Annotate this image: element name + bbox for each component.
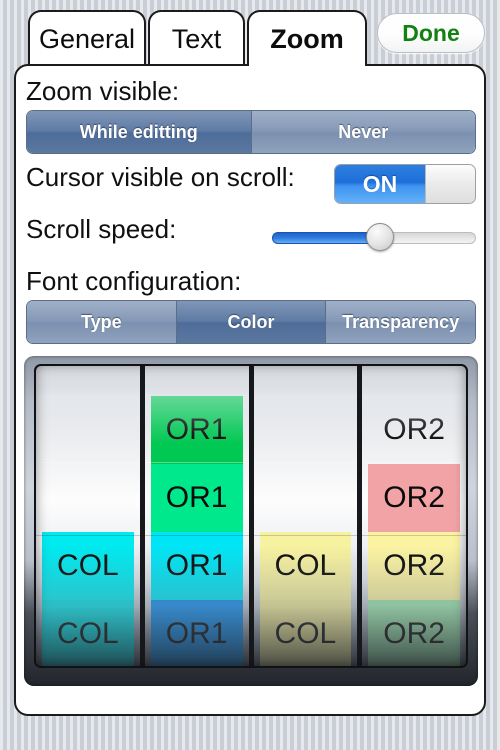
picker-cell[interactable]: OR2	[368, 600, 460, 666]
picker-column-2[interactable]: OR1OR1OR1OR1OR1	[144, 366, 249, 666]
scroll-speed-label: Scroll speed:	[26, 214, 177, 244]
picker-cell[interactable]: COL	[42, 532, 134, 600]
tab-general[interactable]: General	[28, 10, 146, 66]
font-configuration-label: Font configuration:	[26, 266, 242, 296]
slider-thumb[interactable]	[366, 223, 394, 251]
segment-color[interactable]: Color	[176, 301, 327, 343]
segment-never[interactable]: Never	[251, 111, 475, 153]
picker-cell[interactable]: COL	[259, 532, 352, 600]
picker-cell[interactable]	[42, 396, 134, 464]
picker-column-3[interactable]: COLCOLCOL	[253, 366, 358, 666]
picker-cell[interactable]: OR2	[368, 532, 460, 600]
tab-text[interactable]: Text	[148, 10, 245, 66]
picker-cell[interactable]: OR1	[150, 396, 243, 464]
picker-column-1[interactable]: COLCOLCOL	[36, 366, 140, 666]
cursor-visible-toggle[interactable]: ON	[334, 164, 476, 204]
font-configuration-segmented-control[interactable]: Type Color Transparency	[26, 300, 476, 344]
toggle-state-label: ON	[335, 165, 425, 203]
picker-columns[interactable]: COLCOLCOLOR1OR1OR1OR1OR1COLCOLCOLOR2OR2O…	[34, 364, 468, 668]
color-picker[interactable]: COLCOLCOLOR1OR1OR1OR1OR1COLCOLCOLOR2OR2O…	[24, 356, 478, 686]
picker-cell[interactable]: COL	[42, 600, 134, 666]
picker-cell[interactable]	[42, 464, 134, 532]
picker-column-cells: OR1OR1OR1OR1OR1	[150, 366, 243, 666]
zoom-visible-label: Zoom visible:	[26, 76, 180, 106]
segment-type[interactable]: Type	[27, 301, 177, 343]
picker-cell[interactable]: COL	[259, 600, 352, 666]
scroll-speed-slider[interactable]	[272, 223, 476, 251]
segment-transparency[interactable]: Transparency	[326, 301, 475, 343]
picker-cell[interactable]	[260, 396, 352, 464]
tab-zoom[interactable]: Zoom	[247, 10, 367, 66]
toggle-knob[interactable]	[425, 165, 475, 203]
picker-column-cells: OR2OR2OR2OR2OR2	[368, 366, 460, 666]
picker-cell[interactable]: OR2	[368, 464, 460, 532]
picker-column-cells: COLCOLCOL	[42, 366, 134, 666]
settings-panel: Zoom visible: While editting Never Curso…	[14, 64, 486, 716]
picker-cell[interactable]	[260, 464, 352, 532]
picker-column-cells: COLCOLCOL	[259, 366, 352, 666]
done-button[interactable]: Done	[377, 13, 485, 53]
picker-cell[interactable]: OR1	[150, 464, 243, 532]
segment-while-editting[interactable]: While editting	[27, 111, 252, 153]
picker-column-4[interactable]: OR2OR2OR2OR2OR2	[362, 366, 466, 666]
app-root: General Text Zoom Done Zoom visible: Whi…	[0, 0, 500, 750]
picker-cell[interactable]: OR1	[150, 532, 243, 600]
cursor-visible-label: Cursor visible on scroll:	[26, 162, 295, 192]
slider-fill	[272, 232, 380, 244]
picker-cell[interactable]: OR1	[150, 600, 243, 666]
picker-cell[interactable]: OR2	[368, 396, 460, 464]
zoom-visible-segmented-control[interactable]: While editting Never	[26, 110, 476, 154]
